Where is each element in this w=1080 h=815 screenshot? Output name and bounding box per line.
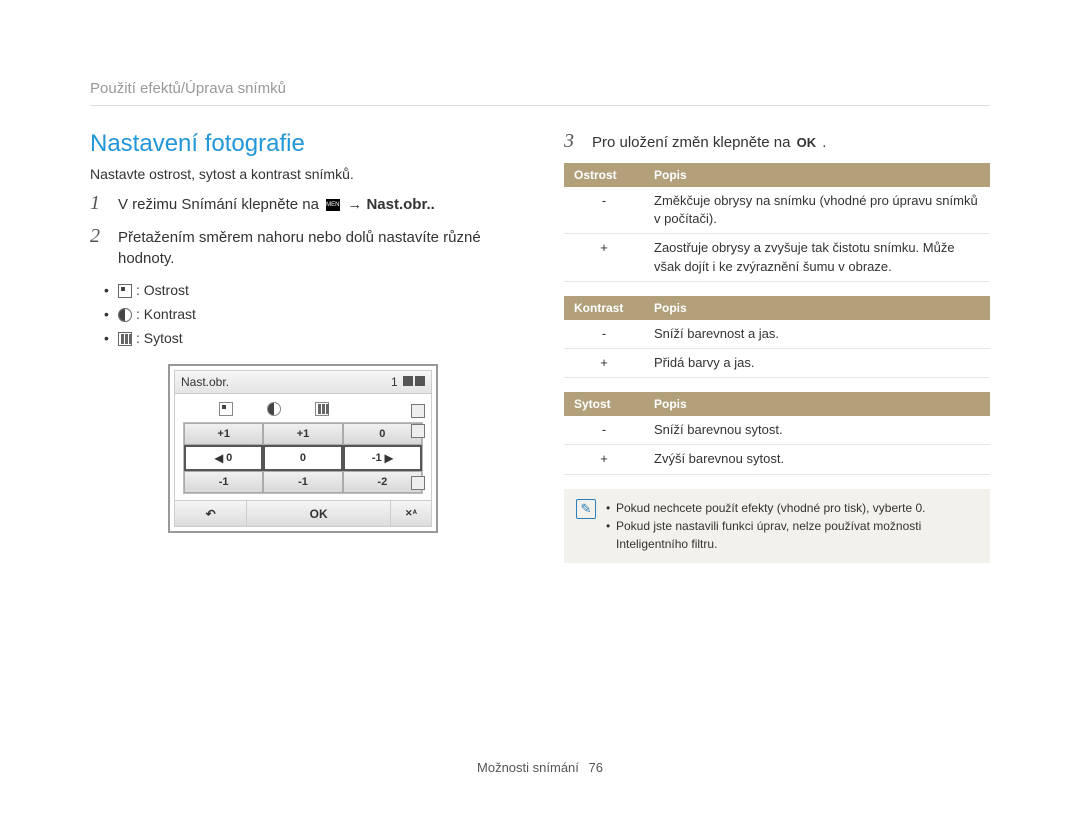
note-icon: ✎ [576, 499, 596, 519]
step-text: Pro uložení změn klepněte na OK . [592, 130, 826, 153]
th-ostrost: Ostrost [564, 163, 644, 187]
step-text: V režimu Snímání klepněte na MENU → Nast… [118, 192, 435, 215]
note-box: ✎ Pokud nechcete použít efekty (vhodné p… [564, 489, 990, 563]
cell-desc: Přidá barvy a jas. [644, 348, 990, 377]
table-kontrast: KontrastPopis -Sníží barevnost a jas. +P… [564, 296, 990, 378]
battery-indicator: 1 [389, 375, 425, 389]
flash-indicator: ✕ᴬ [391, 501, 431, 526]
cell-desc: Změkčuje obrysy na snímku (vhodné pro úp… [644, 187, 990, 234]
saturation-icon [315, 402, 329, 416]
cell-key: - [564, 320, 644, 349]
screen-icon [411, 476, 425, 490]
cell-desc: Zvýší barevnou sytost. [644, 445, 990, 474]
adjust-cell[interactable]: +1 [184, 423, 263, 445]
th-popis: Popis [644, 392, 990, 416]
sharpness-icon [219, 402, 233, 416]
footer-section: Možnosti snímání [477, 760, 579, 775]
option-sharpness: : Ostrost [118, 279, 516, 303]
step-text: Přetažením směrem nahoru nebo dolů nasta… [118, 225, 516, 269]
cell-desc: Zaostřuje obrysy a zvyšuje tak čistotu s… [644, 234, 990, 281]
adjust-cell-selected[interactable]: ◂ 0 [184, 445, 263, 471]
camera-screen-mock: Nast.obr. 1 [168, 364, 438, 533]
table-ostrost: OstrostPopis -Změkčuje obrysy na snímku … [564, 163, 990, 282]
th-popis: Popis [644, 163, 990, 187]
step-1: 1 V režimu Snímání klepněte na MENU → Na… [90, 192, 516, 215]
step-3: 3 Pro uložení změn klepněte na OK . [564, 130, 990, 153]
saturation-icon [118, 332, 132, 346]
ok-label: OK [797, 134, 817, 152]
option-saturation: : Sytost [118, 327, 516, 351]
adjust-cell[interactable]: +1 [263, 423, 342, 445]
table-sytost: SytostPopis -Sníží barevnou sytost. +Zvý… [564, 392, 990, 474]
breadcrumb: Použití efektů/Úprava snímků [90, 80, 990, 106]
adjust-cell[interactable]: -1 [184, 471, 263, 493]
contrast-icon [267, 402, 281, 416]
step-number: 2 [90, 225, 108, 269]
adjust-cell-selected[interactable]: 0 [263, 445, 342, 471]
th-popis: Popis [644, 296, 990, 320]
cell-key: - [564, 187, 644, 234]
step-2: 2 Přetažením směrem nahoru nebo dolů nas… [90, 225, 516, 269]
option-contrast: : Kontrast [118, 303, 516, 327]
screen-icon [411, 404, 425, 418]
option-list: : Ostrost : Kontrast : Sytost [118, 279, 516, 350]
th-kontrast: Kontrast [564, 296, 644, 320]
cell-desc: Sníží barevnou sytost. [644, 416, 990, 445]
note-item: Pokud nechcete použít efekty (vhodné pro… [606, 499, 978, 517]
screen-side-icons [411, 404, 425, 490]
nast-obr-label: Nast.obr.. [366, 196, 434, 213]
sharpness-icon [118, 284, 132, 298]
note-item: Pokud jste nastavili funkci úprav, nelze… [606, 517, 978, 553]
page-number: 76 [589, 760, 603, 775]
cell-key: - [564, 416, 644, 445]
step-number: 3 [564, 130, 582, 153]
cell-key: + [564, 445, 644, 474]
back-button[interactable]: ↶ [175, 501, 247, 526]
page-footer: Možnosti snímání 76 [0, 760, 1080, 775]
contrast-icon [118, 308, 132, 322]
th-sytost: Sytost [564, 392, 644, 416]
cell-key: + [564, 348, 644, 377]
adjust-cell[interactable]: -1 [263, 471, 342, 493]
step-number: 1 [90, 192, 108, 215]
section-title: Nastavení fotografie [90, 130, 516, 158]
screen-title: Nast.obr. [181, 375, 229, 389]
cell-key: + [564, 234, 644, 281]
cell-desc: Sníží barevnost a jas. [644, 320, 990, 349]
menu-icon: MENU [326, 199, 340, 211]
screen-icon [411, 424, 425, 438]
section-intro: Nastavte ostrost, sytost a kontrast sním… [90, 166, 516, 182]
ok-button[interactable]: OK [247, 501, 391, 526]
